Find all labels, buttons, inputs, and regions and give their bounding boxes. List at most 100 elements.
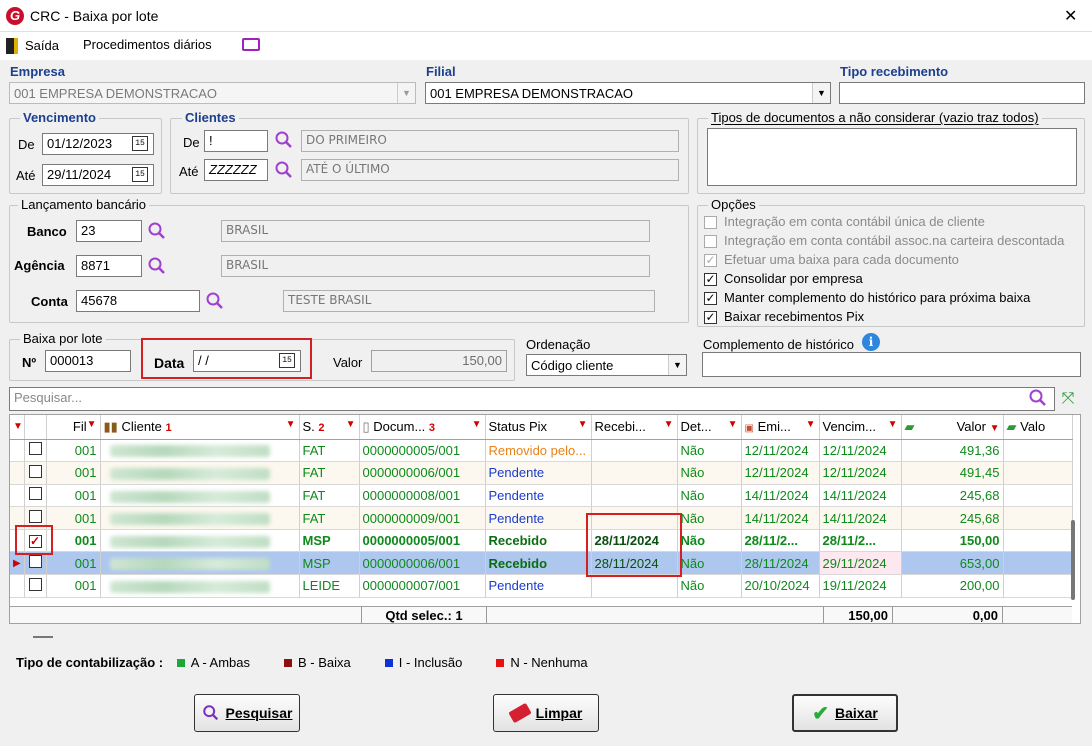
cliente-icon: ▮▮ bbox=[103, 418, 118, 434]
legend-swatch bbox=[284, 659, 292, 667]
menu-exit[interactable]: Saída bbox=[25, 38, 59, 53]
title-bar: G CRC - Baixa por lote ✕ bbox=[0, 0, 1092, 32]
row-checkbox bbox=[24, 551, 47, 576]
opcoes-title: Opções bbox=[708, 197, 759, 212]
cell-status: Pendente bbox=[485, 461, 592, 485]
col-status-pix[interactable]: Status Pix ▼ bbox=[485, 415, 592, 440]
row-indicator bbox=[10, 461, 25, 485]
menu-daily-procedures[interactable]: Procedimentos diários bbox=[83, 37, 212, 52]
cli-de-label: De bbox=[183, 135, 200, 150]
table-row[interactable]: 001 FAT 0000000006/001 Pendente Não 12/11/202… bbox=[10, 461, 1073, 485]
calendar-icon[interactable]: 15 bbox=[279, 353, 295, 368]
col-vencimento[interactable]: Vencim... ▼ bbox=[819, 415, 902, 440]
option-checkbox[interactable]: ✓ bbox=[704, 273, 717, 286]
col-valo[interactable]: ▰ Valo bbox=[1003, 415, 1073, 440]
cell-status: Removido pelo... bbox=[485, 439, 592, 463]
tipos-docs-input[interactable] bbox=[707, 128, 1077, 186]
table-row[interactable]: 001 FAT 0000000005/001 Removido pelo... Não 1… bbox=[10, 439, 1073, 463]
cell-documento: 0000000005/001 bbox=[359, 529, 486, 553]
cell-extra bbox=[1003, 461, 1073, 485]
baixa-data-label: Data bbox=[154, 355, 185, 371]
conta-label: Conta bbox=[31, 294, 68, 309]
expand-icon[interactable]: ⤧ bbox=[1058, 389, 1078, 409]
scroll-handle[interactable] bbox=[33, 636, 53, 638]
chevron-down-icon[interactable]: ▼ bbox=[397, 83, 415, 103]
col-s[interactable]: S. 2 ▼ bbox=[299, 415, 360, 440]
cell-extra bbox=[1003, 551, 1073, 576]
info-icon[interactable]: i bbox=[862, 333, 880, 351]
pesquisar-button[interactable]: Pesquisar bbox=[194, 694, 300, 732]
table-row[interactable]: 001 FAT 0000000009/001 Pendente Não 14/11/202… bbox=[10, 506, 1073, 530]
baixa-n-input[interactable]: 000013 bbox=[45, 350, 131, 372]
search-icon[interactable] bbox=[147, 256, 167, 276]
col-recebimento[interactable]: Recebi... ▼ bbox=[591, 415, 678, 440]
footer-sum1: 150,00 bbox=[823, 607, 892, 623]
table-row[interactable]: 001 FAT 0000000008/001 Pendente Não 14/11/202… bbox=[10, 484, 1073, 508]
table-row[interactable]: ✓ 001 MSP 0000000005/001 Recebido 28/11/2024 N… bbox=[10, 529, 1073, 553]
cell-fil: 001 bbox=[46, 574, 101, 598]
search-input[interactable]: Pesquisar... bbox=[9, 387, 1055, 411]
row-checkbox-box[interactable] bbox=[28, 464, 42, 478]
legend-swatch bbox=[176, 659, 185, 667]
banco-input[interactable]: 23 bbox=[76, 220, 142, 242]
conta-input[interactable]: 45678 bbox=[76, 290, 200, 312]
limpar-button[interactable]: Limpar bbox=[493, 694, 599, 732]
cli-ate-input[interactable]: ZZZZZZ bbox=[204, 159, 268, 181]
col-emissao[interactable]: ▣ Emi... ▼ bbox=[741, 415, 820, 440]
filial-select[interactable]: 001 EMPRESA DEMONSTRACAO ▼ bbox=[425, 82, 831, 104]
col-detalhe[interactable]: Det... ▼ bbox=[677, 415, 742, 440]
cell-documento: 0000000006/001 bbox=[359, 461, 486, 485]
table-row[interactable]: ▶ 001 MSP 0000000006/001 Recebido 28/11/2024 N… bbox=[10, 551, 1073, 576]
cell-fil: 001 bbox=[46, 529, 101, 553]
agencia-input[interactable]: 8871 bbox=[76, 255, 142, 277]
eraser-icon bbox=[507, 702, 532, 724]
chevron-down-icon[interactable]: ▼ bbox=[668, 355, 686, 375]
col-fil[interactable]: Fil ▼ bbox=[46, 415, 101, 440]
row-checkbox-box[interactable] bbox=[28, 555, 42, 569]
cell-valor: 491,45 bbox=[901, 461, 1004, 485]
calendar-icon[interactable]: 15 bbox=[132, 136, 148, 151]
col-documento[interactable]: ▯ Docum... 3 ▼ bbox=[359, 415, 486, 440]
ordenacao-select[interactable]: Código cliente ▼ bbox=[526, 354, 687, 376]
cell-detalhe: Não bbox=[677, 506, 742, 530]
row-checkbox-box[interactable] bbox=[28, 487, 42, 501]
calendar-icon[interactable]: 15 bbox=[132, 167, 148, 182]
empresa-select[interactable]: 001 EMPRESA DEMONSTRACAO ▼ bbox=[9, 82, 416, 104]
complemento-input[interactable] bbox=[702, 352, 1081, 377]
row-checkbox-box[interactable] bbox=[28, 510, 42, 524]
tipos-docs-title: Tipos de documentos a não considerar (va… bbox=[708, 110, 1042, 125]
cell-cliente bbox=[100, 574, 300, 598]
col-cliente[interactable]: ▮▮ Cliente 1 ▼ bbox=[100, 415, 300, 440]
cell-valor: 653,00 bbox=[901, 551, 1004, 576]
row-checkbox-box[interactable] bbox=[28, 442, 42, 456]
vertical-scrollbar[interactable] bbox=[1071, 520, 1075, 600]
option-checkbox[interactable]: ✓ bbox=[704, 292, 717, 305]
row-checkbox-box[interactable] bbox=[28, 577, 42, 591]
search-icon[interactable] bbox=[274, 160, 294, 180]
cell-extra bbox=[1003, 484, 1073, 508]
chevron-down-icon[interactable]: ▼ bbox=[812, 83, 830, 103]
cell-detalhe: Não bbox=[677, 574, 742, 598]
calendar-icon: ▣ bbox=[744, 423, 754, 435]
baixar-button[interactable]: ✔ Baixar bbox=[792, 694, 898, 732]
search-icon[interactable] bbox=[274, 130, 294, 150]
ordenacao-label: Ordenação bbox=[526, 337, 591, 352]
close-button[interactable]: ✕ bbox=[1064, 6, 1077, 26]
legend: Tipo de contabilização : A - Ambas B - Ba… bbox=[16, 655, 612, 670]
ordenacao-value: Código cliente bbox=[531, 358, 614, 373]
table-row[interactable]: 001 LEIDE 0000000007/001 Pendente Não 20/10/2… bbox=[10, 574, 1073, 598]
cell-serie: MSP bbox=[299, 551, 360, 576]
search-icon[interactable] bbox=[205, 291, 225, 311]
option-checkbox[interactable]: ✓ bbox=[704, 311, 717, 324]
col-valor[interactable]: ▰ Valor ▼ bbox=[901, 415, 1004, 440]
search-icon[interactable] bbox=[147, 221, 167, 241]
tipo-recebimento-input[interactable] bbox=[839, 82, 1085, 104]
cell-status: Pendente bbox=[485, 506, 592, 530]
cell-valor: 491,36 bbox=[901, 439, 1004, 463]
cell-documento: 0000000005/001 bbox=[359, 439, 486, 463]
cell-emissao: 14/11/2024 bbox=[741, 484, 820, 508]
search-icon[interactable] bbox=[1028, 388, 1048, 408]
document-icon: ▯ bbox=[362, 418, 370, 434]
cli-de-name: DO PRIMEIRO bbox=[301, 130, 679, 152]
cli-de-input[interactable]: ! bbox=[204, 130, 268, 152]
